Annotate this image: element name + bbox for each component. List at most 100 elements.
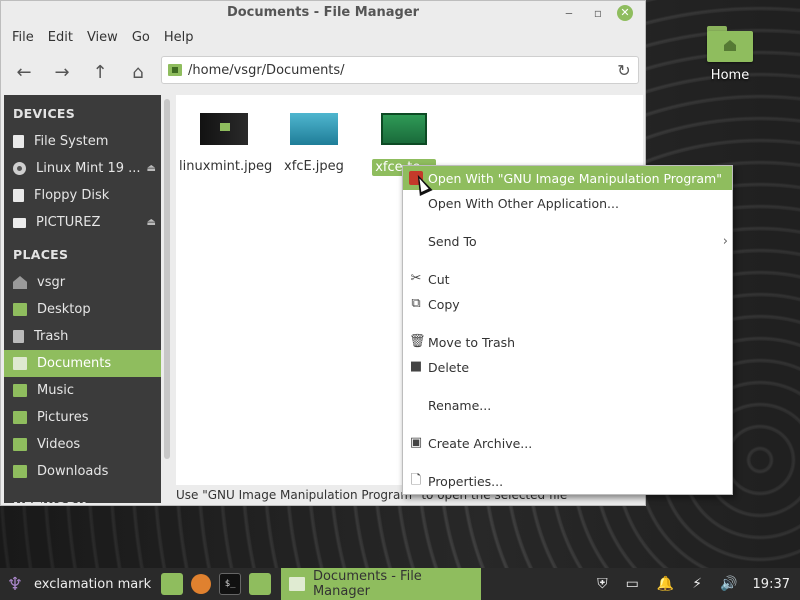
copy-icon: ⧉ — [411, 296, 421, 311]
sidebar-item-label: File System — [34, 134, 109, 149]
menu-item-send-to[interactable]: Send To › — [403, 229, 732, 253]
app-menu-button[interactable]: ♆ — [2, 568, 28, 600]
menu-item-properties[interactable]: 🗋 Properties... — [403, 469, 732, 493]
close-button[interactable]: ✕ — [617, 5, 633, 21]
sidebar-item-documents[interactable]: Documents — [4, 350, 161, 377]
properties-icon: 🗋 — [410, 473, 422, 488]
menu-item-label: Open With "GNU Image Manipulation Progra… — [428, 170, 722, 186]
devices-heading: DEVICES — [13, 106, 76, 121]
sidebar-item-label: Floppy Disk — [34, 188, 110, 203]
sidebar-item-trash[interactable]: Trash — [4, 323, 161, 350]
system-tray: ⛨ ▭ 🔔 ⚡ 🔊 19:37 — [588, 576, 800, 592]
eject-icon[interactable]: ⏏ — [147, 163, 156, 174]
sidebar-item-downloads[interactable]: Downloads — [4, 458, 161, 485]
network-heading: NETWORK — [4, 485, 161, 503]
app-menu-label[interactable]: exclamation mark — [28, 568, 157, 600]
sidebar-item-floppy-disk[interactable]: Floppy Disk — [4, 182, 161, 209]
menu-item-cut[interactable]: ✂ Cut — [403, 267, 732, 291]
folder-icon — [13, 411, 27, 424]
sidebar-item-linux-mint[interactable]: Linux Mint 19 ... ⏏ — [4, 155, 161, 182]
menu-item-create-archive[interactable]: ▣ Create Archive... — [403, 431, 732, 455]
reload-icon: ↻ — [617, 60, 631, 80]
menu-item-open-with-other[interactable]: Open With Other Application... — [403, 191, 732, 215]
file-item[interactable]: linuxmint.jpeg — [179, 113, 272, 174]
sidebar-item-videos[interactable]: Videos — [4, 431, 161, 458]
volume-icon[interactable]: 🔊 — [711, 576, 746, 592]
sidebar-item-pictures[interactable]: Pictures — [4, 404, 161, 431]
menu-item-label: Cut — [428, 271, 450, 287]
clock[interactable]: 19:37 — [747, 577, 800, 592]
menu-bar: File Edit View Go Help — [1, 25, 645, 49]
folder-icon — [13, 384, 27, 397]
menu-item-copy[interactable]: ⧉ Copy — [403, 292, 732, 316]
menu-item-delete[interactable]: ■ Delete — [403, 355, 732, 379]
reload-button[interactable]: ↻ — [610, 61, 638, 80]
notifications-icon[interactable]: 🔔 — [648, 576, 683, 592]
menu-go[interactable]: Go — [125, 30, 157, 45]
image-thumbnail — [381, 113, 427, 145]
forward-arrow-icon: → — [54, 61, 70, 83]
folder-icon — [13, 438, 27, 451]
sidebar-item-desktop[interactable]: Desktop — [4, 296, 161, 323]
location-path[interactable]: /home/vsgr/Documents/ — [188, 63, 610, 78]
power-icon[interactable]: ⚡ — [683, 576, 711, 592]
menu-help[interactable]: Help — [157, 30, 201, 45]
title-bar[interactable]: Documents - File Manager ‒ ▫ ✕ — [1, 1, 645, 25]
sidebar-item-label: Desktop — [37, 302, 91, 317]
folder-icon — [13, 303, 27, 316]
maximize-button[interactable]: ▫ — [590, 5, 606, 21]
folder-icon — [13, 357, 27, 370]
terminal-launcher[interactable]: $_ — [215, 568, 245, 600]
display-icon[interactable]: ▭ — [617, 576, 648, 592]
desktop-home-folder[interactable]: Home — [700, 26, 760, 83]
firefox-launcher[interactable] — [187, 568, 215, 600]
home-button[interactable]: ⌂ — [123, 57, 153, 87]
menu-figure-icon: ♆ — [6, 573, 24, 595]
sidebar-item-label: Music — [37, 383, 74, 398]
image-thumbnail — [200, 113, 248, 145]
sidebar-item-label: Documents — [37, 356, 112, 371]
back-button[interactable]: ← — [9, 57, 39, 87]
drive-icon — [13, 135, 24, 148]
sidebar-item-music[interactable]: Music — [4, 377, 161, 404]
places-heading: PLACES — [13, 247, 69, 262]
sidebar: DEVICES File System Linux Mint 19 ... ⏏ … — [4, 95, 161, 503]
location-bar[interactable]: /home/vsgr/Documents/ ↻ — [161, 56, 639, 84]
terminal-icon: $_ — [219, 573, 242, 595]
menu-file[interactable]: File — [5, 30, 41, 45]
forward-button[interactable]: → — [47, 57, 77, 87]
up-arrow-icon: ↑ — [92, 61, 108, 83]
sidebar-item-label: PICTUREZ — [36, 215, 101, 230]
menu-edit[interactable]: Edit — [41, 30, 80, 45]
sidebar-item-file-system[interactable]: File System — [4, 128, 161, 155]
archive-icon: ▣ — [409, 435, 423, 450]
menu-item-label: Move to Trash — [428, 334, 516, 350]
drive-icon — [13, 217, 26, 228]
back-arrow-icon: ← — [16, 61, 32, 83]
sidebar-item-label: Downloads — [37, 464, 109, 479]
eject-icon[interactable]: ⏏ — [147, 217, 156, 228]
menu-view[interactable]: View — [80, 30, 125, 45]
menu-item-rename[interactable]: Rename... — [403, 393, 732, 417]
minimize-button[interactable]: ‒ — [561, 5, 577, 21]
menu-item-label: Copy — [428, 296, 460, 312]
file-item[interactable]: xfcE.jpeg — [269, 113, 359, 174]
sidebar-item-vsgr[interactable]: vsgr — [4, 269, 161, 296]
file-manager-launcher[interactable] — [245, 568, 275, 600]
taskbar-window-label: Documents - File Manager — [312, 569, 422, 599]
window-title: Documents - File Manager — [226, 5, 420, 20]
sidebar-scrollbar[interactable] — [164, 99, 170, 459]
shield-icon[interactable]: ⛨ — [588, 576, 617, 592]
taskbar-window-button[interactable]: Documents - File Manager — [281, 568, 482, 600]
sidebar-item-picturez[interactable]: PICTUREZ ⏏ — [4, 209, 161, 236]
up-button[interactable]: ↑ — [85, 57, 115, 87]
sidebar-item-label: Trash — [34, 329, 69, 344]
menu-item-move-to-trash[interactable]: 🗑 Move to Trash — [403, 330, 732, 354]
menu-item-open-with-gimp[interactable]: Open With "GNU Image Manipulation Progra… — [403, 166, 732, 190]
folder-icon — [13, 465, 27, 478]
home-icon — [13, 276, 27, 289]
home-icon: ⌂ — [132, 61, 144, 83]
home-folder-icon — [707, 26, 753, 62]
show-desktop-launcher[interactable] — [157, 568, 187, 600]
sidebar-item-label: Pictures — [37, 410, 89, 425]
